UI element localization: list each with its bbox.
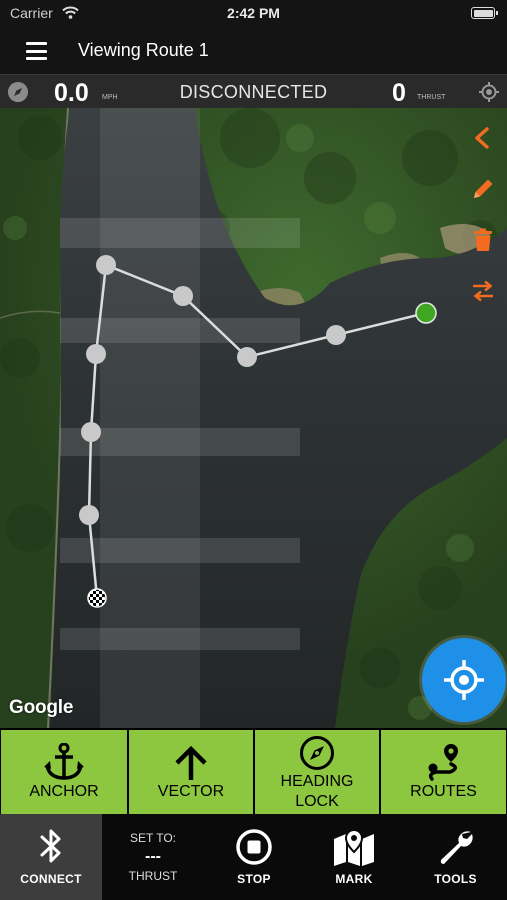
battery-icon <box>471 7 495 19</box>
set-to-thrust[interactable]: SET TO: --- THRUST <box>102 814 204 900</box>
tab-bar: CONNECT SET TO: --- THRUST STOP MARK TOO… <box>0 814 507 900</box>
mark-label: MARK <box>335 872 373 886</box>
thrust-value: 0 <box>392 79 406 107</box>
anchor-icon <box>44 743 84 780</box>
heading-lock-label-line2: LOCK <box>295 793 339 810</box>
route-icon <box>428 744 458 781</box>
menu-icon[interactable] <box>26 42 47 60</box>
wrench-icon <box>440 831 473 864</box>
route-waypoint[interactable] <box>326 325 346 345</box>
tab-tools[interactable]: TOOLS <box>404 814 507 900</box>
route-start-marker[interactable] <box>415 302 437 324</box>
route-waypoint[interactable] <box>79 505 99 525</box>
route-waypoint[interactable] <box>173 286 193 306</box>
tab-stop[interactable]: STOP <box>204 814 304 900</box>
back-icon[interactable] <box>471 126 495 150</box>
set-to-label: THRUST <box>128 869 178 883</box>
map-marker-icon <box>334 830 374 866</box>
bluetooth-icon <box>40 829 61 863</box>
vector-label: VECTOR <box>157 783 225 800</box>
compass-icon <box>300 736 334 770</box>
gps-target-icon <box>479 82 499 102</box>
tools-label: TOOLS <box>434 872 477 886</box>
map-view[interactable]: Google <box>0 108 507 728</box>
title-bar: Viewing Route 1 <box>0 28 507 74</box>
route-waypoint[interactable] <box>81 422 101 442</box>
route-end-marker[interactable] <box>87 588 107 608</box>
anchor-button[interactable]: ANCHOR <box>1 730 127 814</box>
connect-label: CONNECT <box>20 872 82 886</box>
thrust-unit: THRUST <box>417 94 446 101</box>
battery-nub <box>496 11 498 15</box>
locate-button[interactable] <box>422 638 506 722</box>
page-title: Viewing Route 1 <box>78 40 209 60</box>
set-to-value: --- <box>145 848 161 865</box>
edit-icon[interactable] <box>471 177 495 201</box>
vector-button[interactable]: VECTOR <box>129 730 253 814</box>
route-waypoint[interactable] <box>96 255 116 275</box>
stop-label: STOP <box>237 872 271 886</box>
anchor-label: ANCHOR <box>29 783 99 800</box>
arrow-up-icon <box>175 745 207 780</box>
route-waypoint[interactable] <box>237 347 257 367</box>
reverse-icon[interactable] <box>471 279 495 303</box>
stop-icon <box>236 829 272 865</box>
routes-label: ROUTES <box>410 783 477 800</box>
tab-connect[interactable]: CONNECT <box>0 814 102 900</box>
map-attribution: Google <box>9 697 74 718</box>
route-waypoint[interactable] <box>86 344 106 364</box>
route-path <box>79 255 437 608</box>
status-time: 2:42 PM <box>227 5 280 21</box>
trash-icon[interactable] <box>471 228 495 252</box>
crosshair-icon <box>444 660 484 700</box>
tab-mark[interactable]: MARK <box>304 814 404 900</box>
set-to-title: SET TO: <box>129 831 177 845</box>
heading-lock-label-line1: HEADING <box>280 773 354 790</box>
routes-button[interactable]: ROUTES <box>381 730 506 814</box>
heading-lock-button[interactable]: HEADING LOCK <box>255 730 379 814</box>
info-bar: 0.0 MPH DISCONNECTED 0 THRUST <box>0 74 507 108</box>
status-bar: Carrier 2:42 PM <box>0 0 507 28</box>
action-bar: ANCHOR VECTOR HEADING LOCK ROUTES <box>0 728 507 814</box>
